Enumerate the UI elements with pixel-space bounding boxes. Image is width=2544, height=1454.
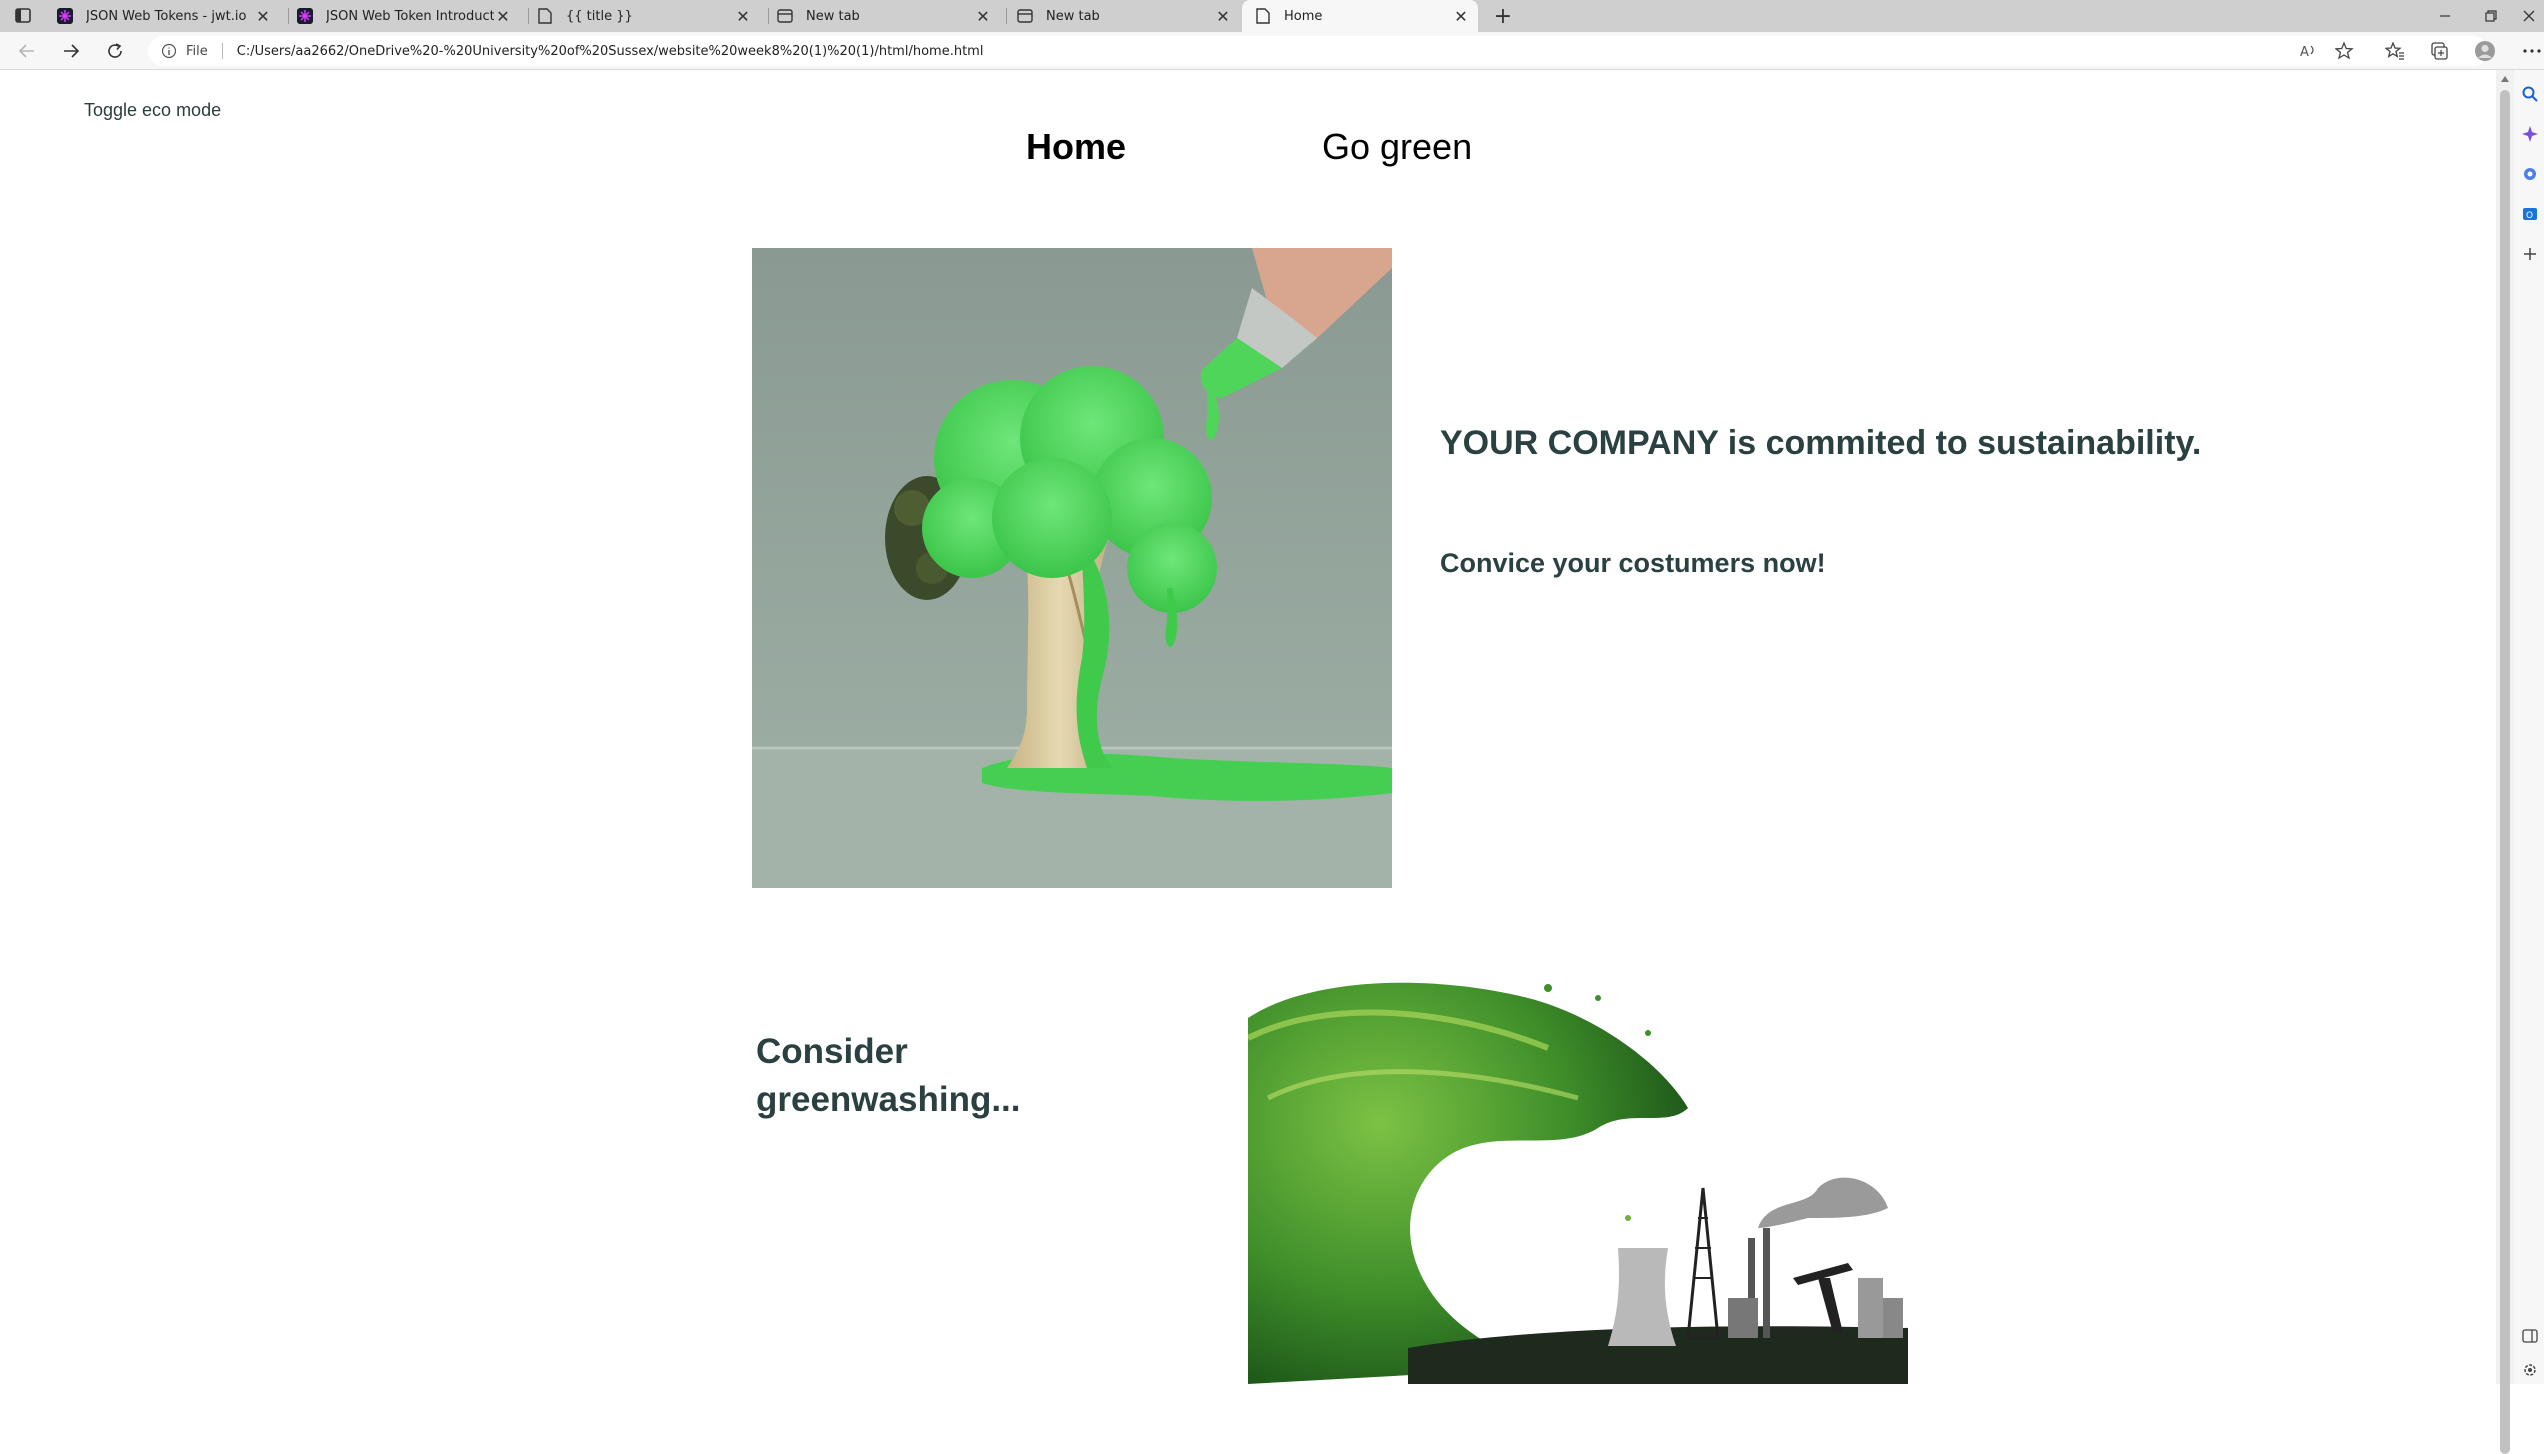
newtab-icon bbox=[1016, 7, 1034, 25]
more-options-icon[interactable] bbox=[2520, 40, 2544, 62]
copilot-icon[interactable] bbox=[2520, 124, 2540, 144]
new-tab-button[interactable]: + bbox=[1490, 3, 1516, 29]
url-text[interactable]: C:/Users/aa2662/OneDrive%20-%20Universit… bbox=[237, 44, 984, 59]
svg-text:A: A bbox=[2300, 45, 2309, 60]
jwt-icon bbox=[296, 7, 314, 25]
nav-home-link[interactable]: Home bbox=[1026, 126, 1126, 168]
broccoli-paint-image bbox=[752, 248, 1392, 888]
address-bar[interactable]: File C:/Users/aa2662/OneDrive%20-%20Univ… bbox=[148, 36, 2488, 66]
add-favorite-icon[interactable] bbox=[2334, 40, 2356, 62]
close-window-icon[interactable] bbox=[2514, 0, 2544, 32]
greenwashing-heading: Consider greenwashing... bbox=[756, 1032, 1021, 1119]
tab-actions-icon[interactable] bbox=[12, 6, 34, 26]
refresh-icon[interactable] bbox=[102, 39, 128, 63]
scheme-label: File bbox=[186, 43, 208, 59]
sidebar-toggle-icon[interactable] bbox=[2520, 1326, 2540, 1346]
page-icon bbox=[1254, 7, 1272, 25]
settings-icon[interactable] bbox=[2520, 1360, 2540, 1380]
tab-title: JSON Web Tokens - jwt.io bbox=[86, 8, 247, 24]
edge-sidebar: O bbox=[2514, 70, 2544, 1384]
close-tab-icon[interactable]: ✕ bbox=[1452, 7, 1470, 26]
read-aloud-icon[interactable]: A bbox=[2298, 40, 2320, 62]
tab-new-tab-2[interactable]: New tab ✕ bbox=[1004, 0, 1240, 32]
tab-template-title[interactable]: {{ title }} ✕ bbox=[524, 0, 760, 32]
close-tab-icon[interactable]: ✕ bbox=[254, 7, 272, 26]
add-sidebar-icon[interactable] bbox=[2520, 244, 2540, 264]
green-wave-image bbox=[1248, 978, 1908, 1384]
profile-avatar[interactable] bbox=[2474, 40, 2496, 62]
tab-jwt-introduction[interactable]: JSON Web Token Introduction - jwt.io ✕ bbox=[284, 0, 520, 32]
tab-jwt-tokens[interactable]: JSON Web Tokens - jwt.io ✕ bbox=[44, 0, 280, 32]
favorites-icon[interactable] bbox=[2384, 40, 2406, 62]
newtab-icon bbox=[776, 7, 794, 25]
tab-title: {{ title }} bbox=[566, 8, 633, 24]
tab-strip: JSON Web Tokens - jwt.io ✕ JSON Web Toke… bbox=[0, 0, 2544, 32]
minimize-icon[interactable] bbox=[2422, 0, 2468, 32]
page-content: Toggle eco mode Home Go green YOUR COMPA… bbox=[0, 70, 2496, 1384]
tab-title: JSON Web Token Introduction - jwt.io bbox=[326, 8, 494, 24]
close-tab-icon[interactable]: ✕ bbox=[974, 7, 992, 26]
tools-icon[interactable] bbox=[2520, 164, 2540, 184]
page-icon bbox=[536, 7, 554, 25]
tab-home[interactable]: Home ✕ bbox=[1242, 0, 1478, 32]
svg-text:O: O bbox=[2526, 211, 2533, 221]
scrollbar-thumb[interactable] bbox=[2500, 90, 2510, 1454]
tab-title: New tab bbox=[806, 8, 860, 24]
restore-icon[interactable] bbox=[2468, 0, 2514, 32]
collections-icon[interactable] bbox=[2428, 40, 2450, 62]
tab-new-tab-1[interactable]: New tab ✕ bbox=[764, 0, 1000, 32]
info-icon[interactable] bbox=[160, 42, 178, 60]
nav-go-green-link[interactable]: Go green bbox=[1322, 126, 1472, 168]
close-tab-icon[interactable]: ✕ bbox=[1214, 7, 1232, 26]
forward-icon[interactable] bbox=[58, 39, 84, 63]
page-scrollbar[interactable] bbox=[2496, 70, 2514, 1454]
back-icon[interactable] bbox=[14, 39, 40, 63]
hero-headline: YOUR COMPANY is commited to sustainabili… bbox=[1440, 424, 2202, 462]
eco-mode-toggle[interactable]: Toggle eco mode bbox=[84, 100, 221, 121]
search-icon[interactable] bbox=[2520, 84, 2540, 104]
outlook-icon[interactable]: O bbox=[2520, 204, 2540, 224]
tab-title: New tab bbox=[1046, 8, 1100, 24]
close-tab-icon[interactable]: ✕ bbox=[734, 7, 752, 26]
address-divider bbox=[221, 43, 223, 59]
jwt-icon bbox=[56, 7, 74, 25]
close-tab-icon[interactable]: ✕ bbox=[494, 7, 512, 26]
scroll-up-icon[interactable] bbox=[2501, 76, 2509, 82]
tab-title: Home bbox=[1284, 8, 1323, 24]
browser-toolbar: File C:/Users/aa2662/OneDrive%20-%20Univ… bbox=[0, 32, 2544, 70]
hero-subline: Convice your costumers now! bbox=[1440, 548, 1826, 578]
